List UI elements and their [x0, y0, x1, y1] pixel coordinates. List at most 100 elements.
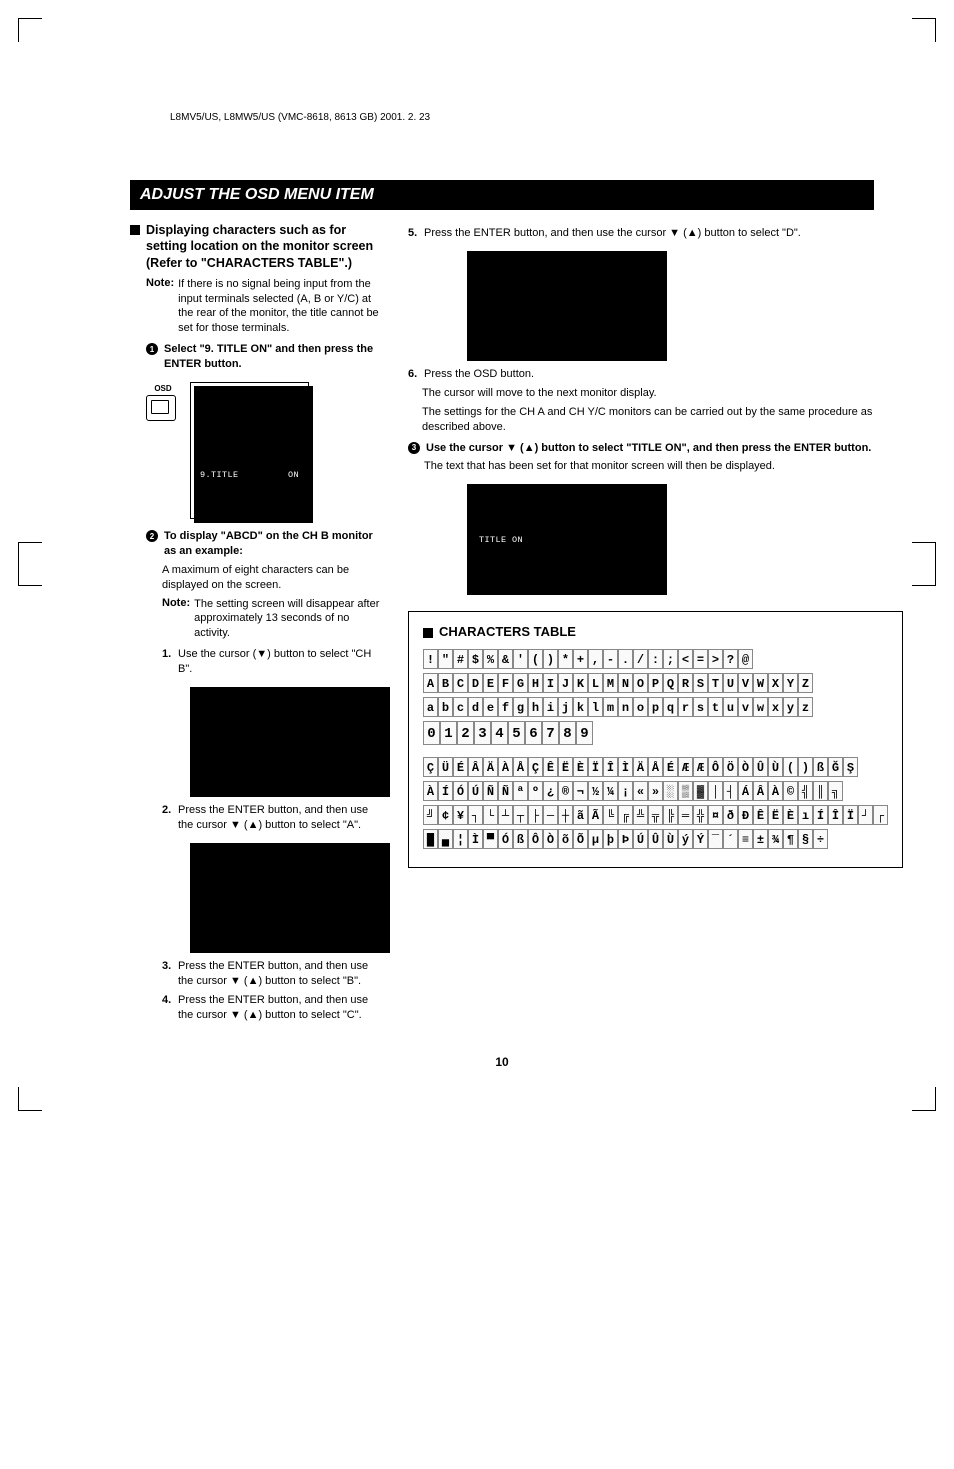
- glyph-cell: h: [528, 697, 543, 717]
- glyph-cell: ´: [723, 829, 738, 849]
- glyph-cell: ¢: [438, 805, 453, 825]
- glyph-cell: D: [468, 673, 483, 693]
- glyph-cell: ╬: [693, 805, 708, 825]
- edit-screen-5-content: EDIT TITLE CH A CH B ABCD CH Y/C TITLE O…: [478, 264, 648, 332]
- glyph-cell: S: [693, 673, 708, 693]
- glyph-cell: Ñ: [498, 781, 513, 801]
- substep-text: Press the ENTER button, and then use the…: [424, 226, 801, 241]
- glyph-cell: (: [783, 757, 798, 777]
- glyph-cell: T: [708, 673, 723, 693]
- glyph-cell: ╣: [798, 781, 813, 801]
- glyph-cell: Ê: [753, 805, 768, 825]
- page: ADJUST THE OSD MENU ITEM Displaying char…: [0, 0, 954, 1129]
- glyph-cell: Y: [783, 673, 798, 693]
- glyph-cell: 7: [542, 721, 559, 745]
- glyph-cell: U: [723, 673, 738, 693]
- glyph-cell: (: [528, 649, 543, 669]
- glyph-cell: $: [468, 649, 483, 669]
- glyph-cell: H: [528, 673, 543, 693]
- glyph-cell: ╚: [603, 805, 618, 825]
- glyph-cell: Í: [813, 805, 828, 825]
- glyph-cell: §: [798, 829, 813, 849]
- glyph-cell: Û: [753, 757, 768, 777]
- glyph-cell: ┼: [558, 805, 573, 825]
- glyph-cell: Ò: [543, 829, 558, 849]
- glyph-row: ╝¢¥┐└┴┬├─┼ãÃ╚╔╩╦╠═╬¤ðÐÊËÈıÍÎÏ┘┌: [423, 805, 888, 825]
- glyph-cell: Å: [513, 757, 528, 777]
- glyph-row: abcdefghijklmnopqrstuvwxyz: [423, 697, 888, 717]
- glyph-cell: Ä: [633, 757, 648, 777]
- glyph-cell: %: [483, 649, 498, 669]
- glyph-cell: ▄: [438, 829, 453, 849]
- characters-grid: !"#$%&'()*+,-./:;<=>?@ABCDEFGHIJKLMNOPQR…: [423, 649, 888, 849]
- glyph-cell: B: [438, 673, 453, 693]
- edit-screen-1-content: EDIT TITLE CH A CH B ▮ CH Y/C TITLE OFF …: [201, 700, 371, 768]
- glyph-cell: /: [633, 649, 648, 669]
- glyph-cell: Q: [663, 673, 678, 693]
- glyph-cell: │: [708, 781, 723, 801]
- glyph-cell: Ã: [588, 805, 603, 825]
- glyph-cell: Ù: [768, 757, 783, 777]
- glyph-cell: F: [498, 673, 513, 693]
- glyph-cell: +: [573, 649, 588, 669]
- glyph-cell: ═: [678, 805, 693, 825]
- glyph-cell: Â: [753, 781, 768, 801]
- glyph-cell: ╝: [423, 805, 438, 825]
- glyph-cell: .: [618, 649, 633, 669]
- glyph-cell: È: [783, 805, 798, 825]
- glyph-cell: ┤: [723, 781, 738, 801]
- substep-text: Press the ENTER button, and then use the…: [178, 959, 386, 989]
- glyph-cell: Ü: [438, 757, 453, 777]
- glyph-cell: ░: [663, 781, 678, 801]
- glyph-cell: ╦: [648, 805, 663, 825]
- page-number: 10: [130, 1055, 874, 1069]
- glyph-cell: Æ: [693, 757, 708, 777]
- glyph-cell: N: [618, 673, 633, 693]
- glyph-cell: u: [723, 697, 738, 717]
- glyph-cell: Ú: [468, 781, 483, 801]
- edit-screen-2-content: EDIT TITLE CH A CH B A CH Y/C TITLE OFF …: [201, 856, 371, 924]
- glyph-cell: ├: [528, 805, 543, 825]
- glyph-cell: @: [738, 649, 753, 669]
- glyph-cell: «: [633, 781, 648, 801]
- glyph-cell: Ó: [453, 781, 468, 801]
- glyph-cell: ý: [678, 829, 693, 849]
- glyph-cell: Ë: [768, 805, 783, 825]
- sub6-body-1: The cursor will move to the next monitor…: [422, 386, 903, 401]
- glyph-cell: E: [483, 673, 498, 693]
- glyph-cell: Ú: [633, 829, 648, 849]
- glyph-cell: W: [753, 673, 768, 693]
- glyph-cell: Ğ: [828, 757, 843, 777]
- step-1-text: Select "9. TITLE ON" and then press the …: [164, 342, 386, 372]
- glyph-cell: ─: [543, 805, 558, 825]
- glyph-cell: ±: [753, 829, 768, 849]
- characters-table-box: CHARACTERS TABLE !"#$%&'()*+,-./:;<=>?@A…: [408, 611, 903, 868]
- glyph-cell: ║: [813, 781, 828, 801]
- glyph-cell: i: [543, 697, 558, 717]
- glyph-cell: ß: [513, 829, 528, 849]
- glyph-cell: ¦: [453, 829, 468, 849]
- glyph-cell: >: [708, 649, 723, 669]
- glyph-cell: ¯: [708, 829, 723, 849]
- glyph-cell: ╔: [618, 805, 633, 825]
- substep-num: 3.: [162, 959, 174, 989]
- glyph-cell: ¬: [573, 781, 588, 801]
- glyph-cell: Ï: [588, 757, 603, 777]
- glyph-cell: Ì: [468, 829, 483, 849]
- glyph-row: ÀÍÓÚÑÑªº¿®¬½¼¡«»░▒▓│┤ÁÂÀ©╣║╗: [423, 781, 888, 801]
- glyph-cell: w: [753, 697, 768, 717]
- glyph-cell: J: [558, 673, 573, 693]
- edit-screen-3-content: EDIT TITLE CH A CH B ABCD CH Y/C TITLE O…: [478, 497, 648, 565]
- glyph-cell: c: [453, 697, 468, 717]
- glyph-cell: ¿: [543, 781, 558, 801]
- edit-screen-5: EDIT TITLE CH A CH B ABCD CH Y/C TITLE O…: [463, 247, 663, 357]
- glyph-cell: ¼: [603, 781, 618, 801]
- step-3-icon: 3: [408, 442, 420, 454]
- glyph-cell: Ç: [528, 757, 543, 777]
- glyph-cell: º: [528, 781, 543, 801]
- glyph-cell: k: [573, 697, 588, 717]
- glyph-cell: ª: [513, 781, 528, 801]
- glyph-cell: <: [678, 649, 693, 669]
- doc-id: L8MV5/US, L8MW5/US (VMC-8618, 8613 GB) 2…: [170, 112, 430, 123]
- glyph-cell: y: [783, 697, 798, 717]
